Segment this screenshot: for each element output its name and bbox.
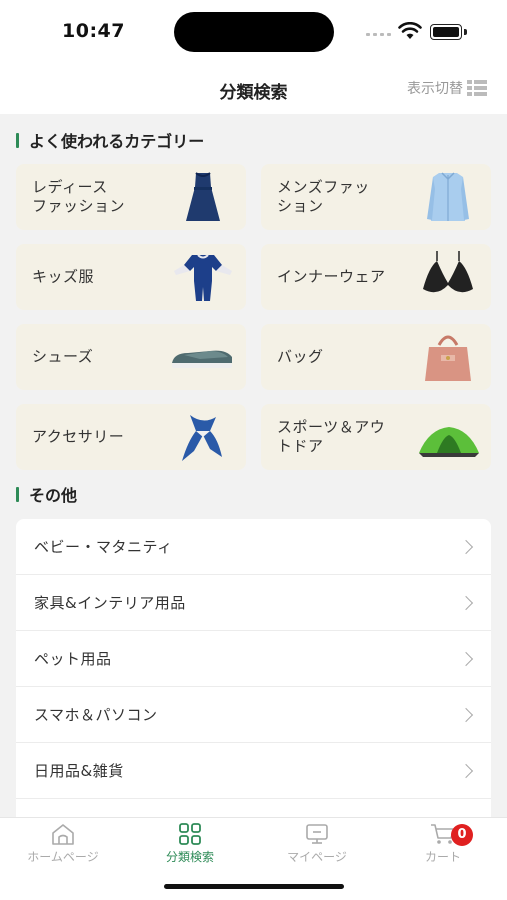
list-view-icon [467,80,487,96]
list-item-label: ペット用品 [34,650,112,668]
list-item-label: 家具&インテリア用品 [34,594,186,612]
cart-count-badge: 0 [451,824,473,846]
tab-category-search[interactable]: 分類検索 [130,822,250,865]
list-item-smartphone-pc[interactable]: スマホ＆パソコン [16,687,491,743]
home-indicator [164,884,344,889]
wifi-icon [398,22,422,39]
list-item-daily-goods[interactable]: 日用品&雑貨 [16,743,491,799]
category-label: レディース ファッション [32,178,126,215]
list-item-pet-supplies[interactable]: ペット用品 [16,631,491,687]
handbag-icon [425,335,471,381]
kids-romper-icon [174,254,232,301]
category-card-sports-outdoor[interactable]: スポーツ＆アウ トドア [261,404,491,470]
category-label: バッグ [277,347,324,366]
tab-cart[interactable]: 0 カート [383,822,503,865]
view-toggle-button[interactable]: 表示切替 [407,78,487,98]
view-toggle-label: 表示切替 [407,81,463,97]
dynamic-island [174,12,334,52]
profile-icon [306,824,328,844]
chevron-right-icon [458,707,474,722]
category-grid: レディース ファッション メンズファッ ション キッズ服 インナーウェア シュー… [16,164,491,470]
grid-icon [179,823,201,845]
section-accent-bar [16,486,19,502]
status-bar: 10:47 [0,0,507,64]
category-label: スポーツ＆アウ トドア [277,418,386,455]
category-card-accessories[interactable]: アクセサリー [16,404,246,470]
chevron-right-icon [458,595,474,610]
list-item-partial[interactable] [16,799,491,817]
status-time: 10:47 [62,20,125,42]
chevron-right-icon [458,763,474,778]
cellular-signal-icon [366,33,391,36]
scarf-icon [182,415,222,461]
battery-icon [430,24,462,40]
category-card-kids[interactable]: キッズ服 [16,244,246,310]
category-card-bags[interactable]: バッグ [261,324,491,390]
list-item-baby-maternity[interactable]: ベビー・マタニティ [16,519,491,575]
tab-label: マイページ [287,850,347,864]
category-label: キッズ服 [32,267,95,286]
list-item-furniture-interior[interactable]: 家具&インテリア用品 [16,575,491,631]
category-card-innerwear[interactable]: インナーウェア [261,244,491,310]
list-item-label: 日用品&雑貨 [34,762,124,780]
list-item-label: スマホ＆パソコン [34,706,158,724]
tent-icon [419,427,479,457]
category-label: インナーウェア [277,267,386,286]
tab-label: 分類検索 [165,850,214,864]
section-accent-bar [16,132,19,148]
category-card-shoes[interactable]: シューズ [16,324,246,390]
chevron-right-icon [458,651,474,666]
section-other-label: その他 [29,486,78,505]
tab-mypage[interactable]: マイページ [257,822,377,865]
home-icon [52,824,74,845]
category-card-mens[interactable]: メンズファッ ション [261,164,491,230]
tab-label: カート [424,850,461,864]
category-label: メンズファッ ション [277,178,370,215]
dress-icon [186,172,220,221]
header: 分類検索 表示切替 [0,64,507,114]
category-label: アクセサリー [32,427,125,446]
shirt-icon [427,172,469,221]
chevron-right-icon [458,539,474,554]
battery-tip [464,29,467,35]
section-other-title: その他 [16,482,77,506]
section-popular-label: よく使われるカテゴリー [29,132,205,151]
tab-home[interactable]: ホームページ [3,822,123,865]
tab-label: ホームページ [27,850,99,864]
other-category-list: ベビー・マタニティ 家具&インテリア用品 ペット用品 スマホ＆パソコン 日用品&… [16,519,491,817]
category-label: シューズ [32,347,94,366]
category-card-ladies[interactable]: レディース ファッション [16,164,246,230]
section-popular-title: よく使われるカテゴリー [16,128,204,152]
bra-icon [423,251,473,293]
shoe-icon [172,350,232,368]
list-item-label: ベビー・マタニティ [34,538,173,556]
